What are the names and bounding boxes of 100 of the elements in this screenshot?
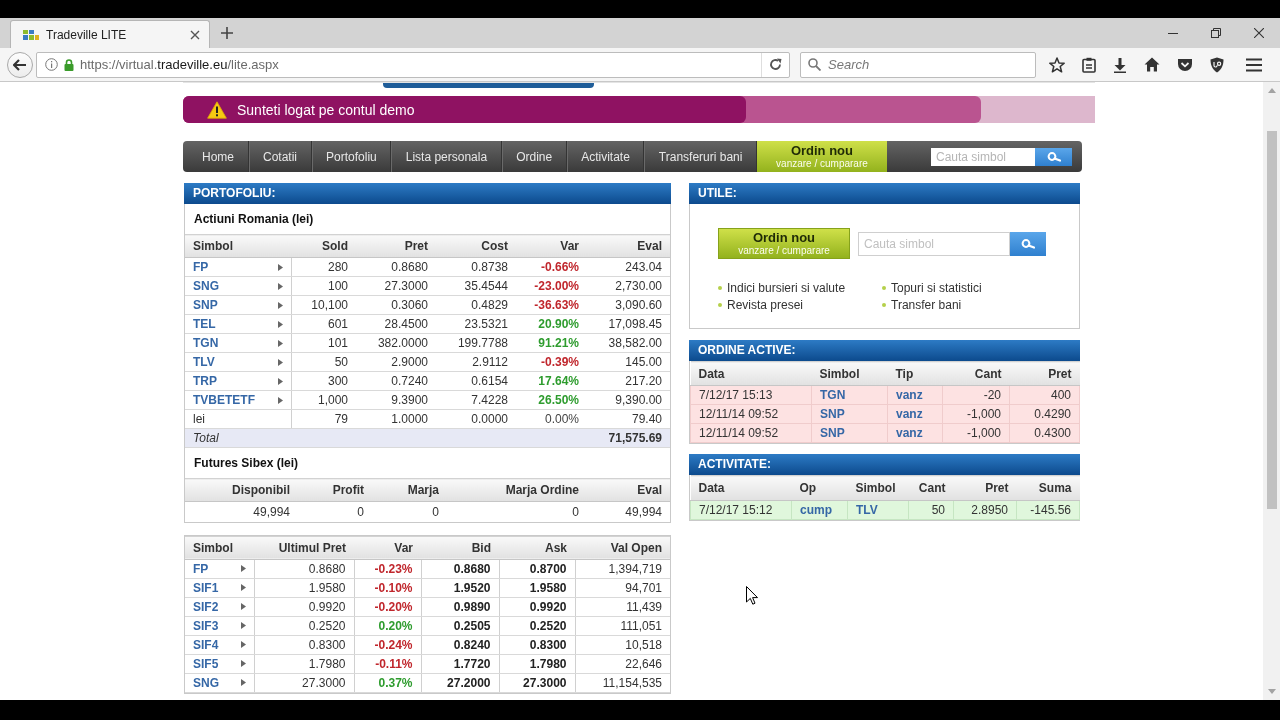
right-triangle-icon[interactable] <box>277 282 283 290</box>
right-triangle-icon[interactable] <box>240 679 246 686</box>
search-button[interactable] <box>1010 231 1046 256</box>
table-cell: 1.7980 <box>254 654 354 673</box>
table-cell: 0.8680 <box>356 257 436 277</box>
symbol-link[interactable]: SNG <box>193 675 219 690</box>
symbol-link[interactable]: TRP <box>193 374 217 388</box>
search-field[interactable]: Search <box>800 51 1036 78</box>
section-heading: Futures Sibex (lei) <box>193 455 300 472</box>
right-triangle-icon[interactable] <box>277 377 283 385</box>
column-header: Simbol <box>185 536 254 559</box>
warning-icon <box>207 100 227 119</box>
column-header: Sold <box>291 234 356 258</box>
table-cell: 26.50% <box>516 390 587 410</box>
right-triangle-icon[interactable] <box>240 565 246 572</box>
restore-icon[interactable] <box>1210 28 1221 38</box>
table-cell: 0 <box>372 501 447 522</box>
close-icon[interactable] <box>1253 28 1264 38</box>
symbol-link[interactable]: TEL <box>193 317 216 331</box>
table-cell: 28.4500 <box>356 314 436 334</box>
table-cell: 1.9580 <box>499 578 575 597</box>
table-cell: 101 <box>291 333 356 353</box>
column-header: Profit <box>298 478 372 502</box>
shield-icon[interactable] <box>1210 56 1224 73</box>
chevron-badge-icon[interactable] <box>1177 57 1193 72</box>
symbol-link[interactable]: FP <box>193 260 209 274</box>
symbol-link[interactable]: FP <box>193 561 209 576</box>
download-icon[interactable] <box>1113 56 1127 73</box>
symbol-link[interactable]: SNG <box>193 279 219 293</box>
right-triangle-icon[interactable] <box>240 660 246 667</box>
table-cell: 111,051 <box>575 616 670 635</box>
table-cell: 11,154,535 <box>575 673 670 692</box>
table-cell: 27.3000 <box>254 673 354 692</box>
table-cell: 7/12/17 15:12 <box>690 500 792 520</box>
utility-link[interactable]: Indici bursieri si valute <box>718 280 846 295</box>
table-cell: 601 <box>291 314 356 334</box>
symbol-link[interactable]: SIF5 <box>193 656 219 671</box>
search-icon <box>1046 151 1061 162</box>
column-header: Tip <box>887 361 943 386</box>
table-cell: 1.7720 <box>421 654 499 673</box>
nav-link[interactable]: Lista personala <box>391 141 502 172</box>
symbol-link[interactable]: SIF1 <box>193 580 219 595</box>
clipboard-icon[interactable] <box>1082 56 1096 73</box>
column-header: Suma <box>1016 475 1080 501</box>
right-triangle-icon[interactable] <box>240 603 246 610</box>
utility-link[interactable]: Transfer bani <box>882 297 962 312</box>
right-triangle-icon[interactable] <box>240 622 246 629</box>
right-triangle-icon[interactable] <box>240 641 246 648</box>
symbol-link[interactable]: TGN <box>193 336 219 350</box>
right-triangle-icon[interactable] <box>277 301 283 309</box>
symbol-link[interactable]: SNP <box>193 298 218 312</box>
plus-icon[interactable] <box>221 27 233 39</box>
right-triangle-icon[interactable] <box>277 358 283 366</box>
reload-icon[interactable] <box>769 58 782 71</box>
scrollbar-thumb[interactable] <box>1266 131 1277 509</box>
utility-link[interactable]: Revista presei <box>718 297 804 312</box>
new-order-button[interactable]: Ordin nou vanzare / cumparare <box>756 141 887 172</box>
table-cell: 3,090.60 <box>587 295 670 315</box>
symbol-link[interactable]: SIF4 <box>193 637 219 652</box>
address-field[interactable]: https://virtual.tradeville.eu/lite.aspx <box>36 51 790 78</box>
symbol-link[interactable]: TLV <box>193 355 215 369</box>
new-order-button[interactable]: Ordin nou vanzare / cumparare <box>718 228 850 259</box>
browser-tab[interactable]: Tradeville LITE <box>10 20 210 48</box>
minimize-icon[interactable] <box>1167 32 1178 34</box>
column-header: Pret <box>356 234 436 258</box>
symbol-search-field[interactable]: Cauta simbol <box>858 231 1010 256</box>
search-button[interactable] <box>1035 147 1072 166</box>
table-cell: 27.3000 <box>499 673 575 692</box>
right-triangle-icon[interactable] <box>240 584 246 591</box>
table-cell: 0.8300 <box>499 635 575 654</box>
symbol-search-field[interactable]: Cauta simbol <box>931 147 1035 166</box>
bullet-icon <box>882 302 886 307</box>
right-triangle-icon[interactable] <box>277 339 283 347</box>
right-triangle-icon[interactable] <box>277 320 283 328</box>
star-icon[interactable] <box>1049 56 1065 73</box>
symbol-link[interactable]: SIF2 <box>193 599 219 614</box>
right-triangle-icon[interactable] <box>277 396 283 404</box>
table-cell: 0.8738 <box>436 257 516 277</box>
home-icon[interactable] <box>1144 57 1160 72</box>
utility-link[interactable]: Topuri si statistici <box>882 280 982 295</box>
symbol-link[interactable]: SIF3 <box>193 618 219 633</box>
right-triangle-icon[interactable] <box>277 263 283 271</box>
nav-link[interactable]: Portofoliu <box>311 141 392 172</box>
lock-icon[interactable] <box>64 58 74 71</box>
table-cell: 0.8300 <box>254 635 354 654</box>
search-icon <box>808 57 821 71</box>
table-cell: 0.8700 <box>499 559 575 578</box>
info-icon[interactable] <box>45 58 58 71</box>
back-button[interactable] <box>7 51 33 78</box>
nav-link[interactable]: Home <box>183 141 249 172</box>
nav-link[interactable]: Ordine <box>501 141 567 172</box>
menu-icon[interactable] <box>1246 57 1262 72</box>
nav-link[interactable]: Activitate <box>566 141 645 172</box>
close-icon[interactable] <box>190 29 200 40</box>
table-cell: 79.40 <box>587 409 670 429</box>
nav-link[interactable]: Transferuri bani <box>644 141 757 172</box>
symbol-link[interactable]: TVBETETF <box>193 393 255 407</box>
panel-title: ORDINE ACTIVE: <box>689 340 1080 361</box>
table-cell: -23.00% <box>516 276 587 296</box>
nav-link[interactable]: Cotatii <box>248 141 312 172</box>
